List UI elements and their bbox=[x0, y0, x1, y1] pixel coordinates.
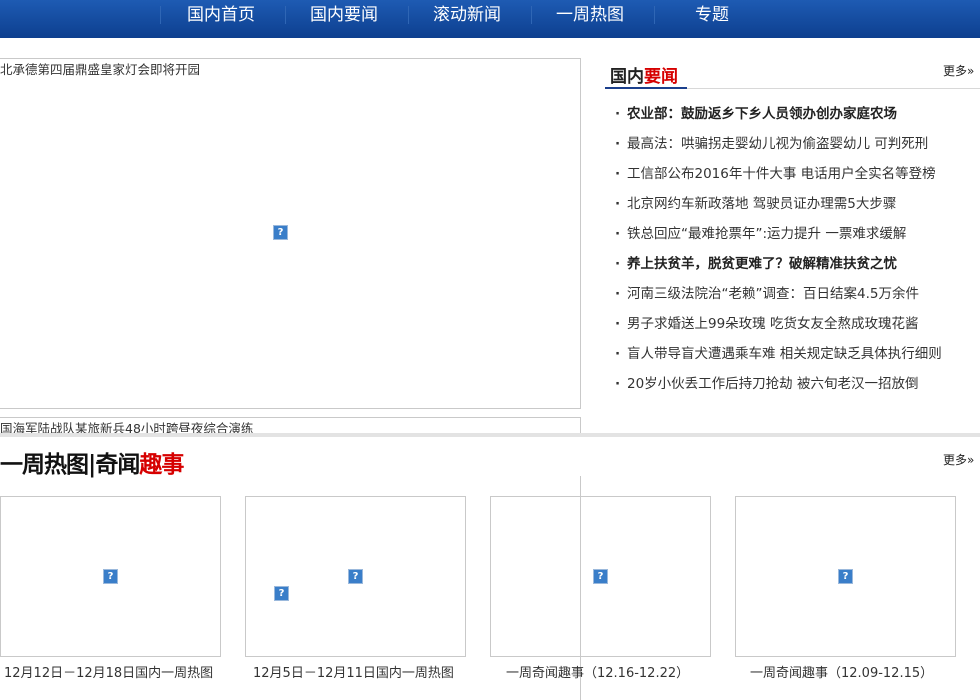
thumbnail-4[interactable]: ? bbox=[735, 496, 956, 657]
news-link[interactable]: 铁总回应“最难抢票年”:运力提升 一票难求缓解 bbox=[627, 226, 906, 242]
broken-image-icon: ? bbox=[838, 569, 853, 584]
list-item[interactable]: · 河南三级法院治“老赖”调查：百日结案4.5万余件 bbox=[615, 281, 975, 311]
news-more-link[interactable]: 更多» bbox=[943, 62, 974, 79]
nav-item-domestic-home[interactable]: 国内首页 bbox=[187, 4, 255, 26]
list-item[interactable]: · 男子求婚送上99朵玫瑰 吃货女友全熬成玫瑰花酱 bbox=[615, 311, 975, 341]
bullet-icon: · bbox=[615, 256, 621, 272]
nav-separator bbox=[654, 6, 655, 24]
thumbnail-3[interactable]: ? bbox=[490, 496, 711, 657]
news-link[interactable]: 盲人带导盲犬遭遇乘车难 相关规定缺乏具体执行细则 bbox=[627, 346, 942, 362]
list-item[interactable]: · 工信部公布2016年十件大事 电话用户全实名等登榜 bbox=[615, 161, 975, 191]
bullet-icon: · bbox=[615, 376, 621, 392]
nav-separator bbox=[408, 6, 409, 24]
news-panel-title: 国内要闻 bbox=[610, 62, 678, 87]
list-item[interactable]: · 20岁小伙丢工作后持刀抢劫 被六旬老汉一招放倒 bbox=[615, 371, 975, 401]
news-link[interactable]: 北京网约车新政落地 驾驶员证办理需5大步骤 bbox=[627, 196, 896, 212]
list-item[interactable]: · 盲人带导盲犬遭遇乘车难 相关规定缺乏具体执行细则 bbox=[615, 341, 975, 371]
thumbnail-caption-2[interactable]: 12月5日－12月11日国内一周热图 bbox=[253, 662, 454, 681]
news-panel-title-red: 要闻 bbox=[644, 67, 678, 87]
nav-separator bbox=[285, 6, 286, 24]
broken-image-icon: ? bbox=[273, 225, 288, 240]
news-link[interactable]: 养上扶贫羊，脱贫更难了？破解精准扶贫之忧 bbox=[627, 256, 897, 272]
news-list: · 农业部：鼓励返乡下乡人员领办创办家庭农场 · 最高法：哄骗拐走婴幼儿视为偷盗婴幼… bbox=[615, 101, 975, 401]
broken-image-icon: ? bbox=[593, 569, 608, 584]
list-item[interactable]: · 铁总回应“最难抢票年”:运力提升 一票难求缓解 bbox=[615, 221, 975, 251]
broken-image-icon: ? bbox=[103, 569, 118, 584]
nav-item-weekly-photos[interactable]: 一周热图 bbox=[556, 4, 624, 26]
week-section-title: 一周热图|奇闻趣事 bbox=[0, 445, 184, 479]
news-link[interactable]: 工信部公布2016年十件大事 电话用户全实名等登榜 bbox=[627, 166, 936, 182]
bullet-icon: · bbox=[615, 346, 621, 362]
thumbnail-1[interactable]: ? bbox=[0, 496, 221, 657]
feature-caption[interactable]: 北承德第四届鼎盛皇家灯会即将开园 bbox=[0, 59, 200, 78]
news-link[interactable]: 河南三级法院治“老赖”调查：百日结案4.5万余件 bbox=[627, 286, 919, 302]
thumbnail-2[interactable]: ? ? bbox=[245, 496, 466, 657]
list-item[interactable]: · 最高法：哄骗拐走婴幼儿视为偷盗婴幼儿 可判死刑 bbox=[615, 131, 975, 161]
list-item[interactable]: · 养上扶贫羊，脱贫更难了？破解精准扶贫之忧 bbox=[615, 251, 975, 281]
nav-separator bbox=[531, 6, 532, 24]
news-panel-rule bbox=[687, 88, 980, 89]
section-divider bbox=[0, 433, 980, 437]
week-more-link[interactable]: 更多» bbox=[943, 451, 974, 468]
news-link[interactable]: 男子求婚送上99朵玫瑰 吃货女友全熬成玫瑰花酱 bbox=[627, 316, 918, 332]
thumbnail-caption-3[interactable]: 一周奇闻趣事（12.16-12.22） bbox=[506, 662, 689, 681]
nav-item-topics[interactable]: 专题 bbox=[695, 4, 729, 26]
bullet-icon: · bbox=[615, 286, 621, 302]
news-link[interactable]: 农业部：鼓励返乡下乡人员领办创办家庭农场 bbox=[627, 106, 897, 122]
bullet-icon: · bbox=[615, 136, 621, 152]
news-link[interactable]: 最高法：哄骗拐走婴幼儿视为偷盗婴幼儿 可判死刑 bbox=[627, 136, 928, 152]
bullet-icon: · bbox=[615, 166, 621, 182]
week-title-black: 一周热图|奇闻 bbox=[0, 451, 140, 478]
bullet-icon: · bbox=[615, 226, 621, 242]
thumbnail-caption-4[interactable]: 一周奇闻趣事（12.09-12.15） bbox=[750, 662, 933, 681]
nav-separator bbox=[160, 6, 161, 24]
news-link[interactable]: 20岁小伙丢工作后持刀抢劫 被六旬老汉一招放倒 bbox=[627, 376, 918, 392]
week-title-red: 趣事 bbox=[139, 451, 184, 478]
bullet-icon: · bbox=[615, 316, 621, 332]
bullet-icon: · bbox=[615, 196, 621, 212]
list-item[interactable]: · 农业部：鼓励返乡下乡人员领办创办家庭农场 bbox=[615, 101, 975, 131]
broken-image-icon: ? bbox=[274, 586, 289, 601]
news-panel-title-black: 国内 bbox=[610, 67, 644, 87]
thumbnail-caption-1[interactable]: 12月12日－12月18日国内一周热图 bbox=[4, 662, 213, 681]
feature-image-frame[interactable]: ? bbox=[0, 58, 581, 409]
bullet-icon: · bbox=[615, 106, 621, 122]
nav-item-domestic-news[interactable]: 国内要闻 bbox=[310, 4, 378, 26]
broken-image-icon: ? bbox=[348, 569, 363, 584]
nav-item-rolling-news[interactable]: 滚动新闻 bbox=[433, 4, 501, 26]
list-item[interactable]: · 北京网约车新政落地 驾驶员证办理需5大步骤 bbox=[615, 191, 975, 221]
top-nav-bar: 国内首页 国内要闻 滚动新闻 一周热图 专题 bbox=[0, 0, 980, 38]
news-panel-underline bbox=[605, 87, 687, 89]
